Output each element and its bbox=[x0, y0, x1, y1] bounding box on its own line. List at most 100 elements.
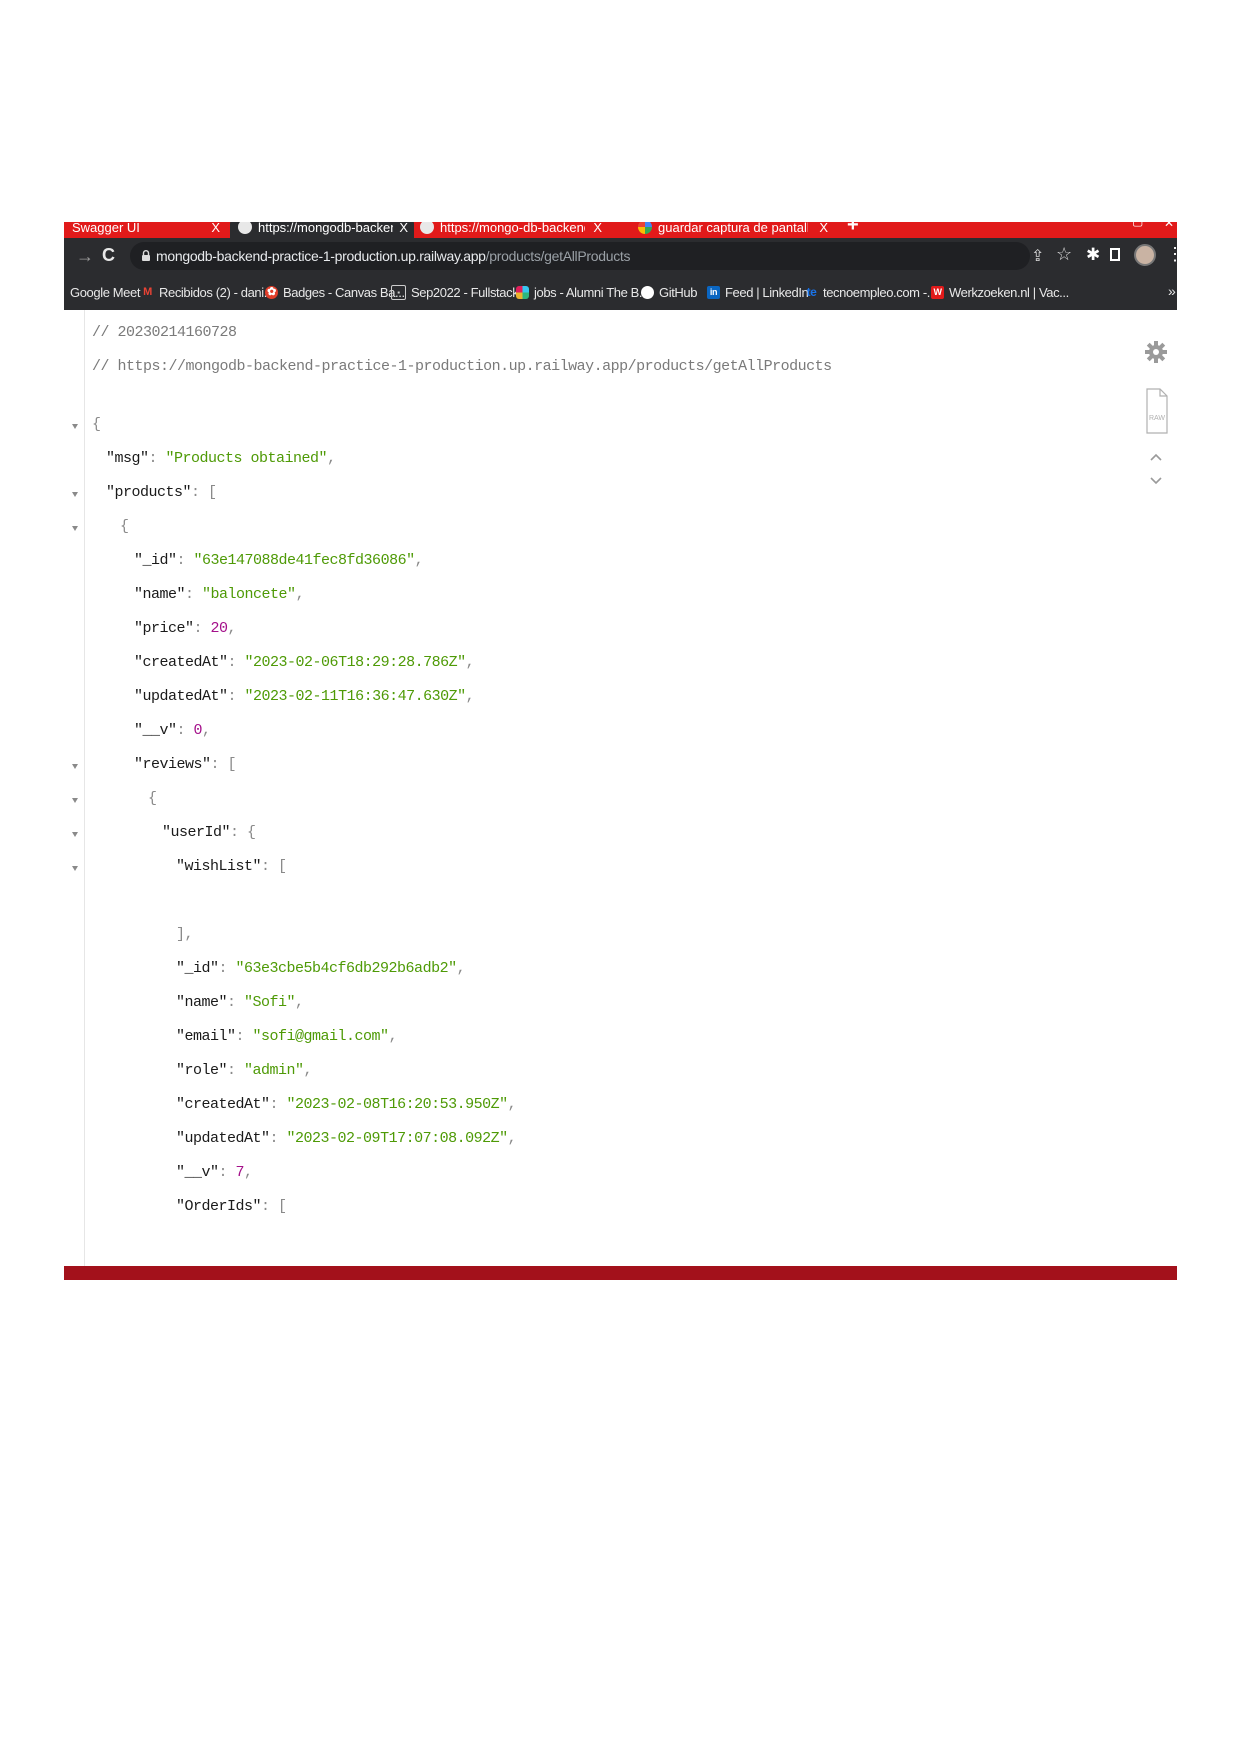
json-key: "updatedAt" bbox=[176, 1130, 270, 1147]
extensions-puzzle-icon[interactable]: ✱ bbox=[1086, 245, 1100, 265]
bookmark-label: Werkzoeken.nl | Vac... bbox=[949, 284, 1069, 300]
json-line-createdat: "createdAt": "2023-02-06T18:29:28.786Z", bbox=[134, 654, 475, 671]
json-key: "_id" bbox=[134, 552, 177, 569]
fold-toggle-icon[interactable] bbox=[72, 832, 78, 837]
bookmark-google-meet[interactable]: Google Meet bbox=[70, 274, 140, 310]
json-wishlist-close: ], bbox=[176, 926, 194, 943]
tab-mongodb-backend-active[interactable]: https://mongodb-backend-pract X bbox=[230, 222, 414, 238]
json-number: 0 bbox=[193, 722, 203, 739]
bookmark-linkedin[interactable]: in Feed | LinkedIn bbox=[707, 274, 809, 310]
json-product-brace: { bbox=[120, 518, 129, 535]
linkedin-icon: in bbox=[707, 285, 720, 299]
json-key: "email" bbox=[176, 1028, 236, 1045]
gear-icon[interactable] bbox=[1144, 340, 1168, 364]
bookmarks-overflow-icon[interactable]: » bbox=[1168, 283, 1176, 299]
bookmark-canvas[interactable]: ✿ Badges - Canvas Ba... bbox=[265, 274, 405, 310]
bookmark-gmail[interactable]: M Recibidos (2) - dani... bbox=[141, 274, 274, 310]
json-key: "msg" bbox=[106, 450, 149, 467]
canvas-icon: ✿ bbox=[265, 285, 278, 299]
json-string: "2023-02-09T17:07:08.092Z" bbox=[286, 1130, 509, 1147]
maximize-icon[interactable]: ▢ bbox=[1132, 222, 1143, 228]
url-path: /products/getAllProducts bbox=[485, 248, 631, 264]
json-line-price: "price": 20, bbox=[134, 620, 237, 637]
github-icon bbox=[641, 285, 654, 299]
raw-file-icon[interactable]: RAW bbox=[1146, 388, 1168, 434]
globe-icon bbox=[420, 222, 434, 234]
url-text[interactable]: mongodb-backend-practice-1-production.up… bbox=[156, 248, 631, 264]
json-string: "sofi@gmail.com" bbox=[252, 1028, 390, 1045]
window-close-icon[interactable]: ✕ bbox=[1164, 222, 1174, 230]
json-string: "baloncete" bbox=[202, 586, 296, 603]
fold-toggle-icon[interactable] bbox=[72, 764, 78, 769]
close-tab-icon[interactable]: X bbox=[819, 222, 834, 235]
json-line-reviews: "reviews": [ bbox=[134, 756, 237, 773]
browser-screenshot: Swagger UI X https://mongodb-backend-pra… bbox=[64, 222, 1177, 1280]
address-bar[interactable]: mongodb-backend-practice-1-production.up… bbox=[130, 242, 1030, 270]
raw-label: RAW bbox=[1149, 415, 1165, 422]
json-key: "price" bbox=[134, 620, 194, 637]
classroom-icon: ▪ bbox=[391, 284, 406, 300]
json-key: "role" bbox=[176, 1062, 228, 1079]
google-icon bbox=[638, 222, 652, 234]
tab-label: guardar captura de pantalla com bbox=[658, 222, 808, 235]
tab-label: https://mongodb-backend-pract bbox=[258, 222, 393, 235]
minimize-icon[interactable]: – bbox=[1054, 222, 1062, 228]
bookmark-werkzoeken[interactable]: W Werkzoeken.nl | Vac... bbox=[931, 274, 1069, 310]
json-line-orderids: "OrderIds": [ bbox=[176, 1198, 287, 1215]
tab-google-search[interactable]: guardar captura de pantalla com X bbox=[638, 222, 834, 238]
json-line-name: "name": "baloncete", bbox=[134, 586, 305, 603]
lock-icon bbox=[142, 250, 150, 261]
json-key: "createdAt" bbox=[176, 1096, 270, 1113]
json-line-user-email: "email": "sofi@gmail.com", bbox=[176, 1028, 398, 1045]
new-tab-button[interactable]: + bbox=[847, 222, 859, 237]
fold-toggle-icon[interactable] bbox=[72, 492, 78, 497]
fold-toggle-icon[interactable] bbox=[72, 798, 78, 803]
bookmark-label: jobs - Alumni The B... bbox=[534, 284, 649, 300]
globe-icon bbox=[238, 222, 252, 234]
chevron-up-icon[interactable] bbox=[1149, 452, 1163, 462]
json-key: "_id" bbox=[176, 960, 219, 977]
share-icon[interactable]: ⇪ bbox=[1031, 246, 1044, 266]
json-review-brace: { bbox=[148, 790, 157, 807]
json-string: "2023-02-06T18:29:28.786Z" bbox=[244, 654, 467, 671]
profile-avatar[interactable] bbox=[1134, 244, 1156, 266]
taskbar-strip bbox=[64, 1266, 1177, 1280]
json-line-user-role: "role": "admin", bbox=[176, 1062, 313, 1079]
side-panel-icon[interactable] bbox=[1110, 248, 1120, 261]
close-tab-icon[interactable]: X bbox=[211, 222, 226, 235]
fold-toggle-icon[interactable] bbox=[72, 866, 78, 871]
bookmark-tecnoempleo[interactable]: te tecnoempleo.com -... bbox=[805, 274, 937, 310]
tab-mongo-db-backend[interactable]: https://mongo-db-backend-prac X bbox=[420, 222, 608, 238]
fold-toggle-icon[interactable] bbox=[72, 424, 78, 429]
json-number: 7 bbox=[235, 1164, 245, 1181]
tab-label: Swagger UI bbox=[72, 222, 140, 235]
kebab-menu-icon[interactable]: ⋮ bbox=[1166, 244, 1177, 265]
url-host: mongodb-backend-practice-1-production.up… bbox=[156, 248, 486, 264]
bookmark-classroom[interactable]: ▪ Sep2022 - Fullstack... bbox=[391, 274, 528, 310]
json-key: "createdAt" bbox=[134, 654, 228, 671]
json-string: "63e147088de41fec8fd36086" bbox=[193, 552, 416, 569]
close-tab-icon[interactable]: X bbox=[593, 222, 608, 235]
fold-toggle-icon[interactable] bbox=[72, 526, 78, 531]
bookmark-star-icon[interactable]: ☆ bbox=[1056, 244, 1072, 265]
json-string: "63e3cbe5b4cf6db292b6adb2" bbox=[235, 960, 458, 977]
forward-arrow-icon[interactable]: → bbox=[76, 246, 94, 267]
json-key: "__v" bbox=[176, 1164, 219, 1181]
comment-date: // 20230214160728 bbox=[92, 324, 237, 341]
json-root-brace: { bbox=[92, 416, 101, 433]
bookmark-label: Recibidos (2) - dani... bbox=[159, 284, 274, 300]
bookmark-slack[interactable]: jobs - Alumni The B... bbox=[516, 274, 649, 310]
tecnoempleo-icon: te bbox=[806, 284, 817, 299]
reload-icon[interactable]: C bbox=[102, 245, 115, 266]
close-tab-icon[interactable]: X bbox=[399, 222, 414, 235]
chevron-down-icon[interactable] bbox=[1149, 476, 1163, 486]
json-key: "products" bbox=[106, 484, 192, 501]
tab-swagger[interactable]: Swagger UI X bbox=[64, 222, 226, 238]
json-key: "userId" bbox=[162, 824, 231, 841]
json-key: "wishList" bbox=[176, 858, 262, 875]
bookmark-label: tecnoempleo.com -... bbox=[823, 284, 937, 300]
bookmark-github[interactable]: GitHub bbox=[641, 274, 697, 310]
tab-label: https://mongo-db-backend-prac bbox=[440, 222, 585, 235]
json-number: 20 bbox=[210, 620, 229, 637]
json-line-user-name: "name": "Sofi", bbox=[176, 994, 304, 1011]
